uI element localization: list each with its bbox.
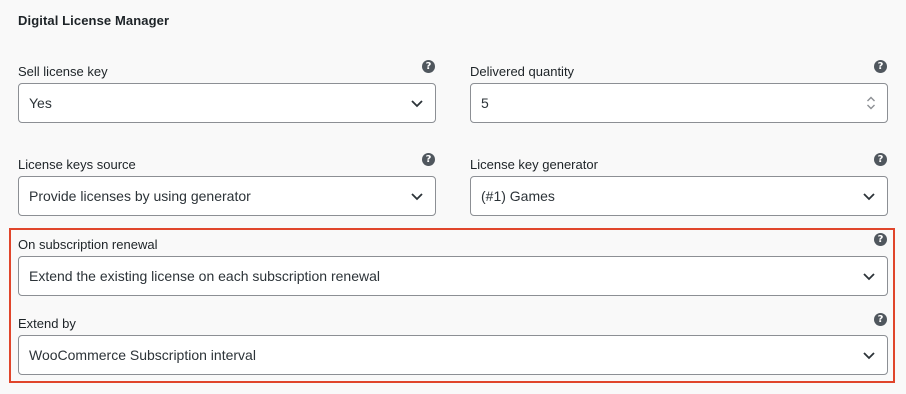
license-keys-source-value: Provide licenses by using generator (29, 188, 251, 204)
on-subscription-renewal-select[interactable]: Extend the existing license on each subs… (18, 256, 888, 296)
extend-by-value: WooCommerce Subscription interval (29, 347, 256, 363)
on-subscription-renewal-value: Extend the existing license on each subs… (29, 268, 380, 284)
sell-license-key-select[interactable]: Yes (18, 83, 436, 123)
extend-by-select[interactable]: WooCommerce Subscription interval (18, 335, 888, 375)
delivered-quantity-help-icon[interactable]: ? (874, 60, 887, 73)
license-keys-source-select[interactable]: Provide licenses by using generator (18, 176, 436, 216)
section-title: Digital License Manager (18, 13, 170, 28)
sell-license-key-value: Yes (29, 95, 52, 111)
chevron-down-icon (411, 193, 423, 201)
license-key-generator-label: License key generator (470, 157, 598, 172)
spinner-icon[interactable] (865, 94, 877, 112)
delivered-quantity-label: Delivered quantity (470, 64, 575, 79)
extend-by-label: Extend by (18, 316, 76, 331)
license-key-generator-select[interactable]: (#1) Games (470, 176, 888, 216)
license-keys-source-help-icon[interactable]: ? (422, 153, 435, 166)
on-subscription-renewal-help-icon[interactable]: ? (874, 233, 887, 246)
sell-license-key-help-icon[interactable]: ? (422, 60, 435, 73)
chevron-down-icon (863, 352, 875, 360)
sell-license-key-label: Sell license key (18, 64, 108, 79)
license-key-generator-help-icon[interactable]: ? (874, 153, 887, 166)
delivered-quantity-value: 5 (481, 95, 489, 111)
extend-by-help-icon[interactable]: ? (874, 313, 887, 326)
license-keys-source-label: License keys source (18, 157, 136, 172)
chevron-down-icon (863, 193, 875, 201)
license-key-generator-value: (#1) Games (481, 188, 555, 204)
delivered-quantity-input[interactable]: 5 (470, 83, 888, 123)
chevron-down-icon (863, 273, 875, 281)
on-subscription-renewal-label: On subscription renewal (18, 237, 158, 252)
chevron-down-icon (411, 100, 423, 108)
digital-license-manager-panel: Digital License Manager Sell license key… (0, 0, 906, 394)
